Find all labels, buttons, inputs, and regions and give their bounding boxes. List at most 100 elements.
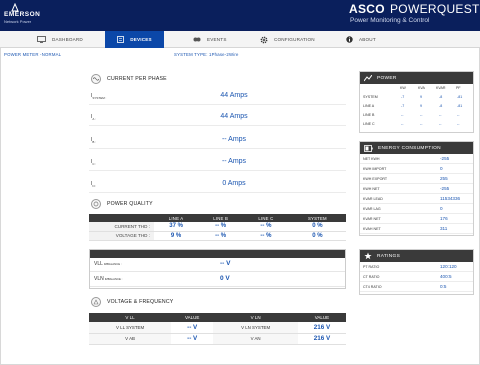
current-row: IB : -- Amps bbox=[89, 133, 346, 149]
row-value: 11534336 bbox=[440, 196, 461, 201]
device-icon bbox=[117, 36, 125, 43]
nav-devices-label: DEVICES bbox=[130, 37, 152, 42]
cell: -- bbox=[420, 113, 423, 117]
current-per-phase-title: CURRENT PER PHASE bbox=[91, 74, 167, 84]
main-nav: DASHBOARD DEVICES EVENTS CONFIGURATION A… bbox=[0, 31, 480, 48]
star-icon bbox=[364, 252, 372, 260]
table-row: KVAR LAG 0 bbox=[360, 204, 473, 214]
brand-tagline: Power Monitoring & Control bbox=[350, 17, 430, 24]
row-value: 311 bbox=[440, 226, 448, 231]
table-header-row: LINE A LINE B LINE C SYSTEM bbox=[89, 214, 346, 222]
table-row: VOLTAGE THD : 9 % -- % -- % 0 % bbox=[89, 231, 346, 241]
cell: -- bbox=[457, 122, 460, 126]
current-row-label: IA : bbox=[91, 114, 96, 121]
cell: -- V bbox=[171, 333, 214, 345]
nav-about[interactable]: ABOUT bbox=[346, 31, 386, 48]
table-row: LINE B -- -- -- -- bbox=[360, 112, 473, 120]
current-row-label: IN : bbox=[91, 181, 97, 188]
row-label: VLLIMBALANCE : bbox=[94, 261, 122, 267]
table-row: CT4 RATIO 0:5 bbox=[360, 282, 473, 292]
power-icon bbox=[364, 74, 372, 81]
ratings-panel-title: RATINGS bbox=[377, 253, 401, 259]
cell: -- % bbox=[243, 222, 289, 232]
row-label: KVAR NET bbox=[363, 217, 381, 221]
row-value: 400:5 bbox=[440, 274, 452, 279]
nav-configuration[interactable]: CONFIGURATION bbox=[260, 31, 340, 48]
cell: -- bbox=[457, 113, 460, 117]
energy-panel-title: ENERGY CONSUMPTION bbox=[378, 145, 441, 151]
logo-text: EMERSON bbox=[4, 11, 41, 18]
cell: -8 bbox=[439, 95, 443, 99]
column-header: SYSTEM bbox=[288, 214, 346, 222]
row-label: KVAH NET bbox=[363, 227, 381, 231]
column-header: PF bbox=[456, 86, 461, 90]
cell: -81 bbox=[457, 104, 463, 108]
column-header: KVA bbox=[418, 86, 425, 90]
row-label: CT RATIO bbox=[363, 275, 380, 279]
current-row: IC : -- Amps bbox=[89, 155, 346, 171]
current-row: IA : 44 Amps bbox=[89, 110, 346, 126]
meter-status: POWER METER -NORMAL bbox=[4, 52, 62, 57]
table-row: KWH EXPORT 255 bbox=[360, 174, 473, 184]
nav-devices[interactable]: DEVICES bbox=[105, 31, 164, 48]
app-header: EMERSON Network Power ASCO POWERQUEST Po… bbox=[0, 0, 480, 31]
ratings-panel: RATINGS PT RATIO 120:120 CT RATIO 400:5 CT… bbox=[359, 249, 474, 295]
row-label: KVAR LEAD bbox=[363, 197, 383, 201]
imbalance-box: VLLIMBALANCE : -- V VLNIMBALANCE : 0 V bbox=[89, 249, 346, 289]
table-row: V AB -- V V AN 216 V bbox=[89, 333, 346, 345]
waveform-icon bbox=[91, 74, 101, 84]
row-label: V AB bbox=[89, 333, 172, 345]
table-row: LINE A -7 9 -8 -81 bbox=[360, 103, 473, 111]
voltage-frequency-table: V LL VALUE V LN VALUE V LL SYSTEM -- V V… bbox=[89, 313, 346, 345]
brand-name: ASCO bbox=[349, 2, 385, 16]
energy-panel: ENERGY CONSUMPTION NET KWH -255 KWH IMPOR… bbox=[359, 141, 474, 236]
current-row-label: ISYSTEM : bbox=[91, 93, 107, 100]
cell: -- bbox=[420, 122, 423, 126]
table-row: VLLIMBALANCE : -- V bbox=[90, 258, 345, 272]
nav-events-label: EVENTS bbox=[207, 37, 227, 42]
row-value: -255 bbox=[440, 156, 450, 161]
nav-configuration-label: CONFIGURATION bbox=[274, 37, 315, 42]
current-row: ISYSTEM : 44 Amps bbox=[89, 89, 346, 105]
power-panel-title: POWER bbox=[377, 75, 397, 81]
power-quality-table: LINE A LINE B LINE C SYSTEM CURRENT THD … bbox=[89, 214, 346, 241]
cell: -- bbox=[401, 122, 404, 126]
nav-dashboard-label: DASHBOARD bbox=[52, 37, 83, 42]
column-header: V LL bbox=[89, 313, 172, 322]
cell: 216 V bbox=[297, 322, 346, 334]
row-value: -255 bbox=[440, 186, 450, 191]
monitor-icon bbox=[37, 36, 46, 43]
power-panel-header: POWER bbox=[360, 72, 473, 84]
cell: 37 % bbox=[154, 222, 199, 232]
info-icon bbox=[346, 36, 353, 43]
cell: -8 bbox=[439, 104, 443, 108]
column-header: VALUE bbox=[171, 313, 214, 322]
nav-events[interactable]: EVENTS bbox=[193, 31, 253, 48]
events-icon bbox=[193, 37, 201, 42]
row-label: NET KWH bbox=[363, 157, 380, 161]
power-quality-title: POWER QUALITY bbox=[91, 199, 153, 209]
table-row: CT RATIO 400:5 bbox=[360, 272, 473, 282]
table-row: KWH IMPORT 0 bbox=[360, 164, 473, 174]
gear-icon bbox=[260, 36, 268, 43]
energy-panel-header: ENERGY CONSUMPTION bbox=[360, 142, 473, 154]
table-row: CURRENT THD : 37 % -- % -- % 0 % bbox=[89, 222, 346, 232]
current-row-value: 0 Amps bbox=[222, 180, 246, 187]
cell: -81 bbox=[457, 95, 463, 99]
ratings-panel-header: RATINGS bbox=[360, 250, 473, 262]
column-header: VALUE bbox=[297, 313, 346, 322]
cell: 216 V bbox=[297, 333, 346, 345]
current-row-value: 44 Amps bbox=[220, 113, 248, 120]
nav-dashboard[interactable]: DASHBOARD bbox=[37, 31, 99, 48]
current-row-label: IC : bbox=[91, 159, 97, 166]
table-row: KVAR NET 176 bbox=[360, 214, 473, 224]
row-value: 0 V bbox=[220, 275, 230, 282]
column-header: KVAR bbox=[436, 86, 446, 90]
row-label: VLNIMBALANCE : bbox=[94, 276, 123, 282]
cell: 9 % bbox=[154, 231, 199, 241]
battery-icon bbox=[364, 144, 373, 152]
logo-subtext: Network Power bbox=[4, 19, 32, 24]
cell: -- bbox=[439, 122, 442, 126]
power-quality-label: POWER QUALITY bbox=[107, 201, 153, 207]
system-type: SYSTEM TYPE: 1Phase-2Wire bbox=[174, 52, 239, 57]
